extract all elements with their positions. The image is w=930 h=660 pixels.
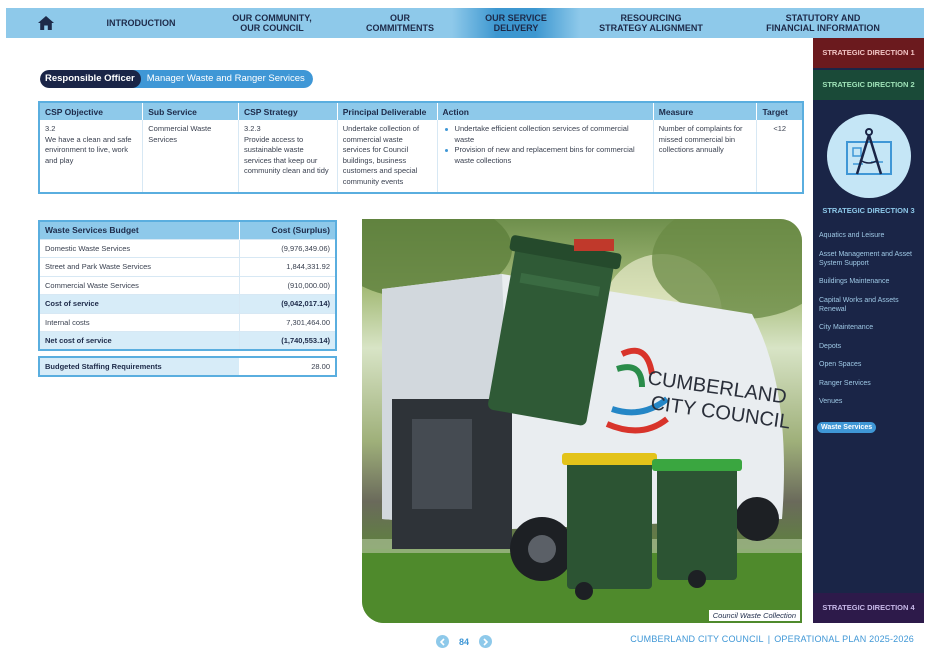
action-cell: Undertake efficient collection services … bbox=[437, 120, 654, 193]
sidebar-item-depots[interactable]: Depots bbox=[819, 342, 919, 351]
sidebar-item-waste-services[interactable]: Waste Services bbox=[817, 421, 877, 433]
budget-row-value: 1,844,331.92 bbox=[238, 257, 336, 276]
sidebar-item-aquatics[interactable]: Aquatics and Leisure bbox=[819, 231, 919, 240]
sidebar-item-asset-management[interactable]: Asset Management and Asset System Suppor… bbox=[819, 250, 919, 268]
footer-plan-name: OPERATIONAL PLAN 2025-2026 bbox=[774, 634, 914, 644]
csp-header-measure: Measure bbox=[653, 102, 758, 120]
strategic-direction-2-tab[interactable]: STRATEGIC DIRECTION 2 bbox=[813, 70, 924, 100]
nav-our-service-delivery[interactable]: OUR SERVICE DELIVERY bbox=[452, 8, 580, 38]
table-row: Domestic Waste Services (9,976,349.06) bbox=[39, 238, 336, 258]
budget-row-value: (9,042,017.14) bbox=[238, 294, 336, 313]
sidebar-item-buildings[interactable]: Buildings Maintenance bbox=[819, 277, 919, 286]
sidebar-item-ranger-services[interactable]: Ranger Services bbox=[819, 379, 919, 388]
officer-label: Responsible Officer bbox=[40, 70, 141, 88]
sidebar-item-venues[interactable]: Venues bbox=[819, 397, 919, 406]
strategic-direction-4-tab[interactable]: STRATEGIC DIRECTION 4 bbox=[813, 593, 924, 623]
table-row: 3.2 We have a clean and safe environment… bbox=[39, 120, 804, 193]
strategy-code: 3.2.3 bbox=[244, 124, 261, 133]
csp-header-deliverable: Principal Deliverable bbox=[337, 102, 438, 120]
chevron-right-icon bbox=[483, 637, 489, 646]
nav-our-commitments[interactable]: OUR COMMITMENTS bbox=[348, 8, 452, 38]
budget-row-label: Commercial Waste Services bbox=[39, 275, 240, 295]
list-item: Undertake efficient collection services … bbox=[443, 124, 648, 145]
objective-text: We have a clean and safe environment to … bbox=[45, 134, 132, 165]
csp-header-action: Action bbox=[437, 102, 654, 120]
csp-header-row: CSP Objective Sub Service CSP Strategy P… bbox=[39, 102, 804, 120]
list-item: Provision of new and replacement bins fo… bbox=[443, 145, 648, 166]
next-page-button[interactable] bbox=[479, 635, 493, 648]
truck-illustration: CUMBERLAND CITY COUNCIL bbox=[362, 219, 802, 623]
strategic-direction-3-title[interactable]: STRATEGIC DIRECTION 3 bbox=[813, 206, 924, 215]
csp-strategy-cell: 3.2.3 Provide access to sustainable wast… bbox=[238, 120, 338, 193]
csp-header-sub-service: Sub Service bbox=[142, 102, 239, 120]
strategic-direction-sidebar: STRATEGIC DIRECTION 1 STRATEGIC DIRECTIO… bbox=[813, 38, 924, 623]
compass-blueprint-icon bbox=[827, 114, 911, 198]
csp-header-strategy: CSP Strategy bbox=[238, 102, 338, 120]
sidebar-item-city-maintenance[interactable]: City Maintenance bbox=[819, 323, 919, 332]
table-row: Street and Park Waste Services 1,844,331… bbox=[39, 257, 336, 276]
budget-header-value: Cost (Surplus) bbox=[238, 221, 336, 239]
csp-table: CSP Objective Sub Service CSP Strategy P… bbox=[38, 101, 804, 194]
nav-our-community[interactable]: OUR COMMUNITY, OUR COUNCIL bbox=[196, 8, 348, 38]
chevron-left-icon bbox=[439, 637, 445, 646]
sidebar-item-open-spaces[interactable]: Open Spaces bbox=[819, 360, 919, 369]
sidebar-item-capital-works[interactable]: Capital Works and Assets Renewal bbox=[819, 296, 919, 314]
previous-page-button[interactable] bbox=[436, 635, 449, 648]
sub-service-cell: Commercial Waste Services bbox=[142, 120, 239, 193]
action-list: Undertake efficient collection services … bbox=[443, 124, 648, 166]
table-row: Cost of service (9,042,017.14) bbox=[39, 294, 336, 313]
measure-cell: Number of complaints for missed commerci… bbox=[653, 120, 758, 193]
home-icon bbox=[38, 16, 54, 30]
table-row: Net cost of service (1,740,553.14) bbox=[39, 331, 336, 350]
budget-row-label: Net cost of service bbox=[39, 331, 240, 350]
page-number: 84 bbox=[459, 636, 470, 647]
page-pager: 84 bbox=[436, 635, 493, 648]
strategic-direction-1-tab[interactable]: STRATEGIC DIRECTION 1 bbox=[813, 38, 924, 68]
home-button[interactable] bbox=[6, 8, 86, 38]
csp-objective-cell: 3.2 We have a clean and safe environment… bbox=[39, 120, 144, 193]
waste-collection-photo: CUMBERLAND CITY COUNCIL Council Waste Co… bbox=[362, 219, 802, 623]
staffing-label: Budgeted Staffing Requirements bbox=[40, 358, 239, 375]
budget-row-label: Cost of service bbox=[39, 294, 240, 313]
footer-separator: | bbox=[767, 634, 771, 644]
budget-row-value: 7,301,464.00 bbox=[238, 312, 336, 332]
budget-row-value: (9,976,349.06) bbox=[238, 238, 336, 258]
staffing-requirements: Budgeted Staffing Requirements 28.00 bbox=[38, 356, 337, 377]
budget-row-label: Domestic Waste Services bbox=[39, 238, 240, 258]
objective-code: 3.2 bbox=[45, 124, 56, 133]
nav-introduction[interactable]: INTRODUCTION bbox=[86, 8, 196, 38]
responsible-officer: Responsible Officer Manager Waste and Ra… bbox=[40, 70, 313, 88]
deliverable-cell: Undertake collection of commercial waste… bbox=[337, 120, 438, 193]
csp-header-objective: CSP Objective bbox=[39, 102, 144, 120]
nav-statutory-financial[interactable]: STATUTORY AND FINANCIAL INFORMATION bbox=[722, 8, 924, 38]
budget-header-label: Waste Services Budget bbox=[39, 221, 240, 239]
service-list: Aquatics and Leisure Asset Management an… bbox=[817, 231, 919, 442]
csp-header-target: Target bbox=[756, 102, 804, 120]
strategy-text: Provide access to sustainable waste serv… bbox=[244, 134, 329, 176]
footer-brand: CUMBERLAND CITY COUNCIL | OPERATIONAL PLAN… bbox=[630, 634, 914, 644]
staffing-value: 28.00 bbox=[311, 362, 330, 371]
table-row: Internal costs 7,301,464.00 bbox=[39, 312, 336, 332]
footer-council-name: CUMBERLAND CITY COUNCIL bbox=[630, 634, 764, 644]
budget-row-value: (1,740,553.14) bbox=[238, 331, 336, 350]
budget-row-label: Street and Park Waste Services bbox=[39, 257, 240, 276]
budget-table: Waste Services Budget Cost (Surplus) Dom… bbox=[38, 220, 337, 351]
photo-caption: Council Waste Collection bbox=[708, 610, 800, 621]
budget-row-value: (910,000.00) bbox=[238, 275, 336, 295]
budget-header-row: Waste Services Budget Cost (Surplus) bbox=[39, 221, 336, 239]
officer-value: Manager Waste and Ranger Services bbox=[130, 70, 313, 88]
table-row: Commercial Waste Services (910,000.00) bbox=[39, 275, 336, 295]
top-navigation: INTRODUCTION OUR COMMUNITY, OUR COUNCIL … bbox=[6, 8, 924, 38]
target-cell: <12 bbox=[756, 120, 804, 193]
nav-resourcing-strategy[interactable]: RESOURCING STRATEGY ALIGNMENT bbox=[580, 8, 722, 38]
budget-row-label: Internal costs bbox=[39, 312, 240, 332]
